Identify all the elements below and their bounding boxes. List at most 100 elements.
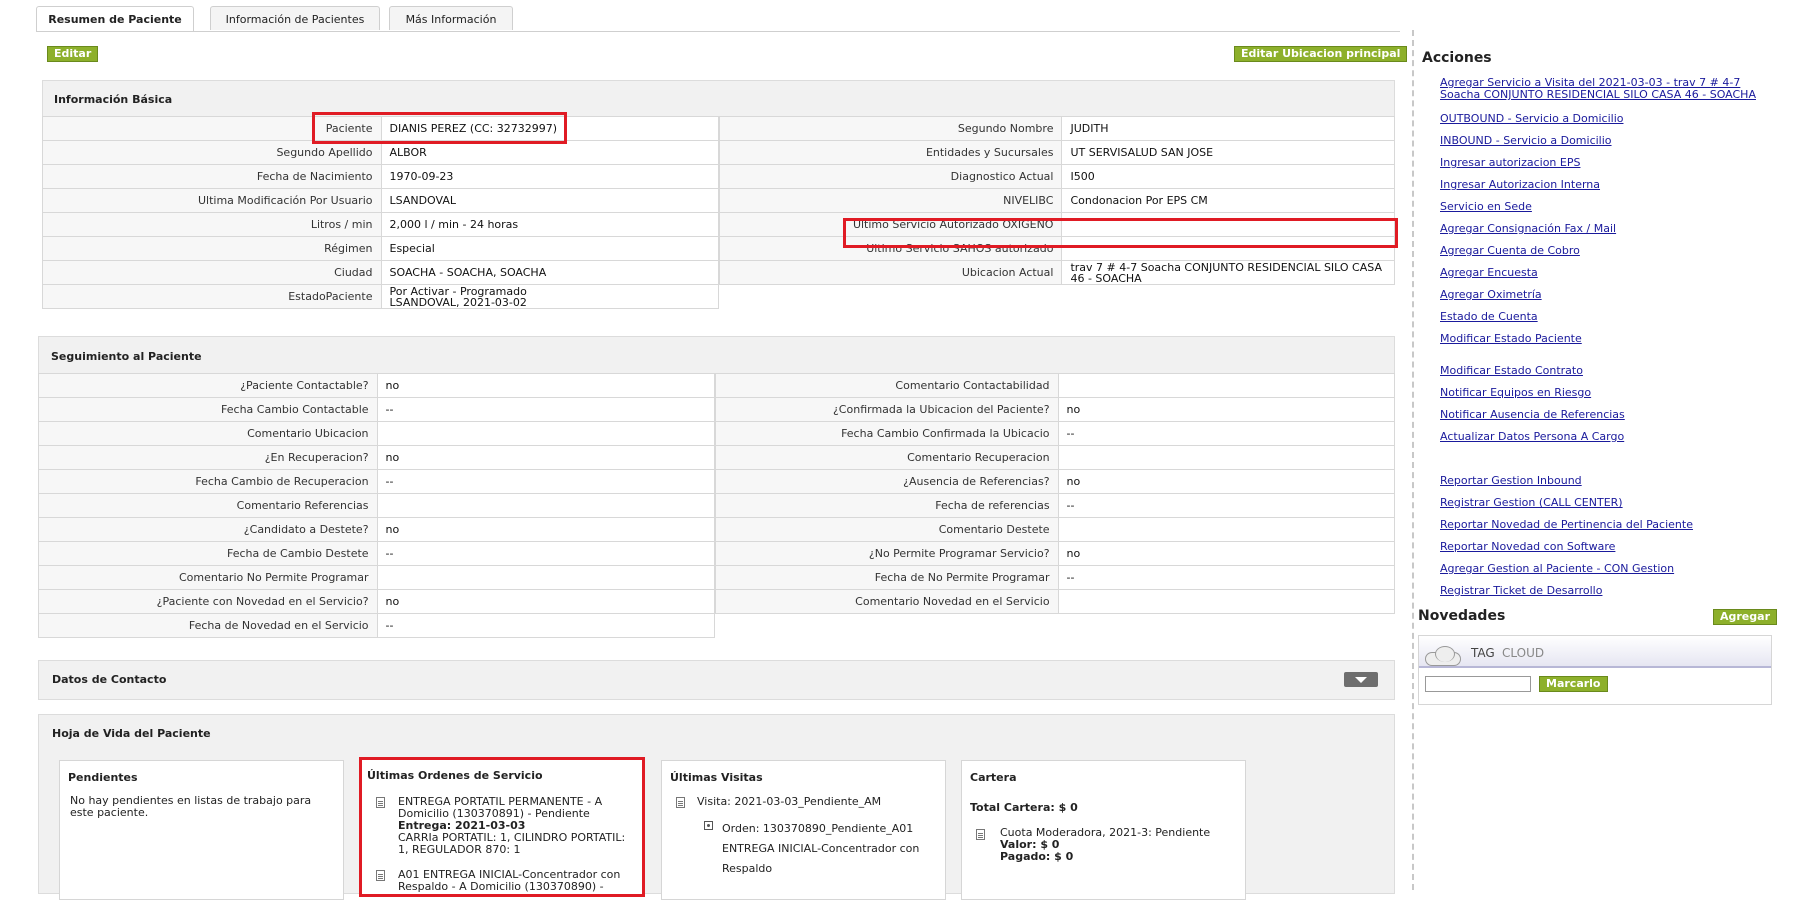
field-value: -- <box>376 469 716 494</box>
table-row: ¿Confirmada la Ubicacion del Paciente? no <box>715 397 1396 422</box>
tab-divider <box>36 31 1400 32</box>
field-value: ALBOR <box>380 140 719 165</box>
document-icon <box>376 870 385 881</box>
accion-link[interactable]: Registrar Gestion (CALL CENTER) <box>1440 496 1623 509</box>
field-label: Ultima Modificación Por Usuario <box>42 188 382 213</box>
accion-link[interactable]: Notificar Ausencia de Referencias <box>1440 408 1625 421</box>
table-row: Ultimo Servicio SAHOS autorizado <box>718 236 1395 261</box>
table-row: ¿Paciente Contactable? no <box>38 373 716 398</box>
field-label: Comentario Contactabilidad <box>715 373 1059 398</box>
table-row: Fecha de referencias -- <box>715 493 1396 518</box>
field-label: NIVELIBC <box>718 188 1063 213</box>
tab-resumen-paciente[interactable]: Resumen de Paciente <box>36 6 194 32</box>
accion-link[interactable]: Agregar Gestion al Paciente - CON Gestio… <box>1440 562 1674 575</box>
table-row: Comentario Destete <box>715 517 1396 542</box>
cartera-pagado: Pagado: $ 0 <box>1000 850 1074 863</box>
orden-item-2[interactable]: A01 ENTREGA INICIAL-Concentrador con Res… <box>398 869 643 893</box>
field-label: Último Servicio Autorizado OXIGENO <box>718 212 1063 237</box>
table-row: Comentario Ubicacion <box>38 421 716 446</box>
tab-informacion-pacientes[interactable]: Información de Pacientes <box>210 6 380 30</box>
visita-orden[interactable]: Orden: 130370890_Pendiente_A01 ENTREGA I… <box>722 819 942 879</box>
table-row: ¿No Permite Programar Servicio? no <box>715 541 1396 566</box>
field-label: Fecha Cambio Confirmada la Ubicacio <box>715 421 1059 446</box>
pendientes-title: Pendientes <box>68 771 138 784</box>
accion-link[interactable]: Modificar Estado Paciente <box>1440 332 1582 345</box>
field-value: -- <box>1057 565 1396 590</box>
document-icon <box>976 829 985 840</box>
accion-link[interactable]: Actualizar Datos Persona A Cargo <box>1440 430 1624 443</box>
table-row: ¿Paciente con Novedad en el Servicio? no <box>38 589 716 614</box>
field-value: Condonacion Por EPS CM <box>1061 188 1395 213</box>
table-row: NIVELIBC Condonacion Por EPS CM <box>718 188 1395 213</box>
tag-input[interactable] <box>1425 676 1531 692</box>
field-label: ¿No Permite Programar Servicio? <box>715 541 1059 566</box>
field-label: ¿Confirmada la Ubicacion del Paciente? <box>715 397 1059 422</box>
orden-item-1[interactable]: ENTREGA PORTATIL PERMANENTE - A Domicili… <box>398 796 643 856</box>
accion-link[interactable]: Modificar Estado Contrato <box>1440 364 1583 377</box>
table-row: Entidades y Sucursales UT SERVISALUD SAN … <box>718 140 1395 165</box>
accion-link[interactable]: Agregar Cuenta de Cobro <box>1440 244 1580 257</box>
accion-link[interactable]: Agregar Consignación Fax / Mail <box>1440 222 1616 235</box>
accion-link[interactable]: Ingresar autorizacion EPS <box>1440 156 1580 169</box>
table-row: Ciudad SOACHA - SOACHA, SOACHA <box>42 260 719 285</box>
accion-link[interactable]: Ingresar Autorizacion Interna <box>1440 178 1600 191</box>
field-value: -- <box>376 541 716 566</box>
field-value: DIANIS PEREZ (CC: 32732997) <box>380 116 719 141</box>
table-row: Último Servicio Autorizado OXIGENO <box>718 212 1395 237</box>
accion-link[interactable]: Servicio en Sede <box>1440 200 1532 213</box>
accion-link[interactable]: Reportar Novedad con Software <box>1440 540 1615 553</box>
accion-link[interactable]: Agregar Oximetría <box>1440 288 1542 301</box>
pendientes-text: No hay pendientes en listas de trabajo p… <box>70 794 312 819</box>
accion-link[interactable]: Estado de Cuenta <box>1440 310 1538 323</box>
table-row: Fecha de Novedad en el Servicio -- <box>38 613 716 638</box>
accion-link[interactable]: Notificar Equipos en Riesgo <box>1440 386 1591 399</box>
field-value: no <box>1057 397 1396 422</box>
radio-icon <box>704 821 713 830</box>
table-row: ¿En Recuperacion? no <box>38 445 716 470</box>
accion-link[interactable]: Agregar Servicio a Visita del 2021-03-03… <box>1440 77 1770 101</box>
accion-link[interactable]: INBOUND - Servicio a Domicilio <box>1440 134 1612 147</box>
field-label: ¿En Recuperacion? <box>38 445 378 470</box>
marcarlo-button[interactable]: Marcarlo <box>1539 676 1608 692</box>
visita-item[interactable]: Visita: 2021-03-03_Pendiente_AM <box>697 795 881 808</box>
visita-orden-line1: Orden: 130370890_Pendiente_A01 <box>722 822 914 835</box>
agregar-novedad-button[interactable]: Agregar <box>1713 609 1777 625</box>
field-value: Especial <box>380 236 719 261</box>
field-label: Ciudad <box>42 260 382 285</box>
field-label: Fecha de No Permite Programar <box>715 565 1059 590</box>
field-value: -- <box>1057 493 1396 518</box>
contacto-panel <box>38 660 1395 700</box>
contacto-expand-button[interactable] <box>1344 672 1378 687</box>
field-value: -- <box>376 613 716 638</box>
seguimiento-right-table: Comentario Contactabilidad ¿Confirmada la… <box>715 373 1396 614</box>
accion-link[interactable]: Registrar Ticket de Desarrollo <box>1440 584 1602 597</box>
field-value: no <box>376 373 716 398</box>
table-row: Régimen Especial <box>42 236 719 261</box>
field-label: Fecha Cambio de Recuperacion <box>38 469 378 494</box>
accion-link[interactable]: Reportar Novedad de Pertinencia del Paci… <box>1440 518 1693 531</box>
field-value: -- <box>1057 421 1396 446</box>
field-label: Ultimo Servicio SAHOS autorizado <box>718 236 1063 261</box>
editar-button[interactable]: Editar <box>47 46 99 62</box>
table-row: Fecha de Nacimiento 1970-09-23 <box>42 164 719 189</box>
editar-ubicacion-principal-button[interactable]: Editar Ubicacion principal <box>1234 46 1408 62</box>
hoja-vida-title: Hoja de Vida del Paciente <box>52 727 211 740</box>
table-row: EstadoPaciente Por Activar - Programado LS… <box>42 284 719 309</box>
field-label: EstadoPaciente <box>42 284 382 309</box>
field-label: Paciente <box>42 116 382 141</box>
orden-item-2-line2: Respaldo - A Domicilio (130370890) - <box>398 880 604 893</box>
table-row: Diagnostico Actual I500 <box>718 164 1395 189</box>
tab-mas-informacion[interactable]: Más Información <box>389 6 513 30</box>
accion-link[interactable]: Reportar Gestion Inbound <box>1440 474 1582 487</box>
basic-info-title: Información Básica <box>54 93 173 106</box>
table-row: Ultima Modificación Por Usuario LSANDOVAL <box>42 188 719 213</box>
table-row: Litros / min 2,000 l / min - 24 horas <box>42 212 719 237</box>
field-value: I500 <box>1061 164 1395 189</box>
field-value: UT SERVISALUD SAN JOSE <box>1061 140 1395 165</box>
accion-link[interactable]: OUTBOUND - Servicio a Domicilio <box>1440 112 1623 125</box>
table-row: ¿Ausencia de Referencias? no <box>715 469 1396 494</box>
sidebar-separator <box>1412 30 1414 890</box>
accion-link[interactable]: Agregar Encuesta <box>1440 266 1538 279</box>
field-label: ¿Candidato a Destete? <box>38 517 378 542</box>
ordenes-card: Últimas Ordenes de Servicio ENTREGA PORT… <box>359 757 645 897</box>
